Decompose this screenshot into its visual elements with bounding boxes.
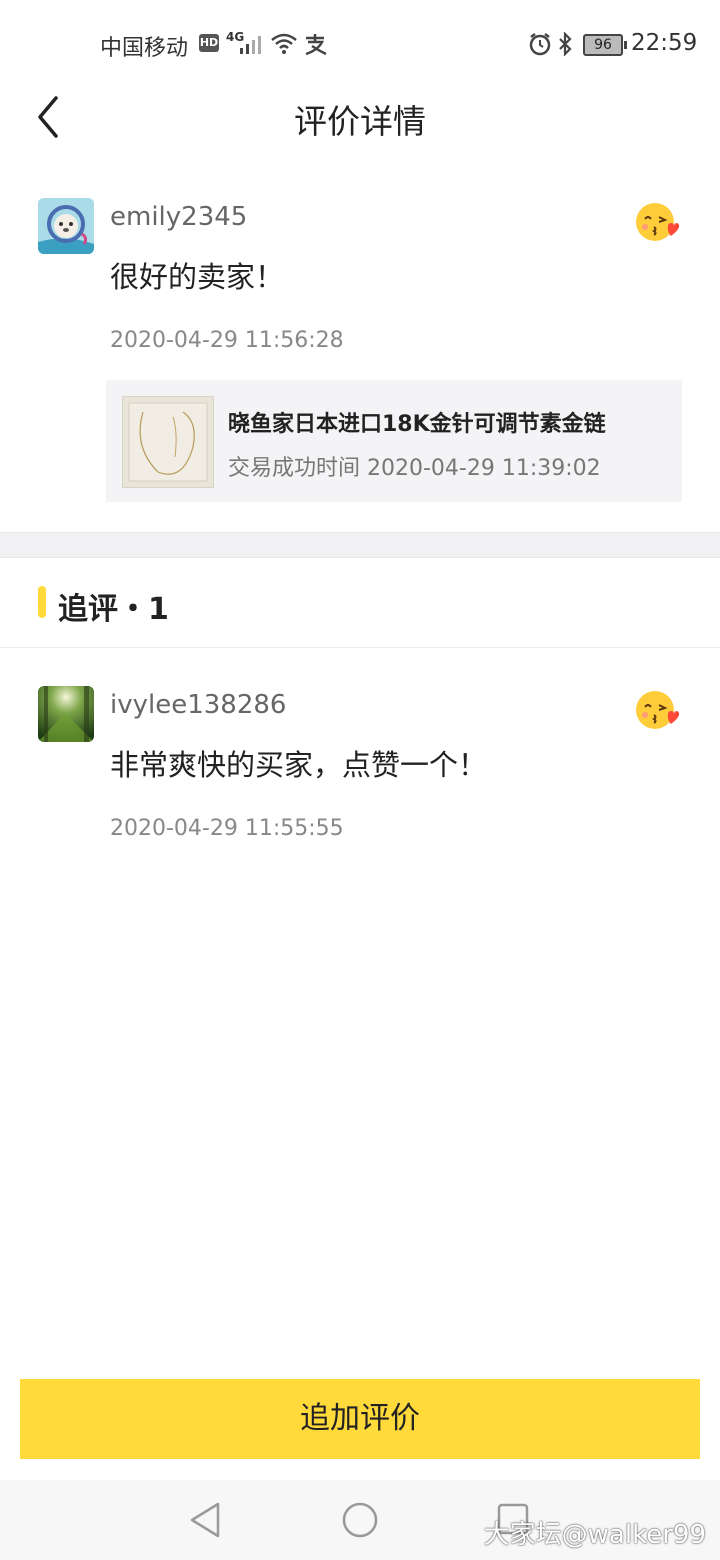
avatar-image: [38, 686, 94, 742]
wifi-icon: [271, 33, 297, 54]
battery-level: 96: [594, 37, 612, 53]
back-triangle-icon[interactable]: [188, 1500, 224, 1540]
follow-up-content: 非常爽快的买家，点赞一个！: [110, 748, 488, 782]
follow-up-time: 2020-04-29 11:55:55: [110, 816, 344, 841]
carrier-name: 中国移动: [100, 36, 189, 61]
clock: 22:59: [631, 30, 698, 56]
signal-icon: [240, 36, 261, 54]
section-accent-bar: [38, 586, 46, 618]
status-bar: 中国移动 HD 4G 96 22:59: [0, 0, 720, 88]
alipay-icon: [305, 34, 327, 56]
avatar[interactable]: [38, 198, 94, 254]
review-content: 很好的卖家！: [110, 260, 285, 294]
alarm-icon: [529, 33, 551, 56]
trade-time: 交易成功时间 2020-04-29 11:39:02: [228, 456, 601, 481]
avatar[interactable]: [38, 686, 94, 742]
product-title: 晓鱼家日本进口18K金针可调节素金链: [228, 412, 606, 437]
product-thumbnail: [122, 396, 214, 488]
divider-line: [0, 647, 720, 648]
avatar-image: [38, 198, 94, 254]
follow-up-username[interactable]: ivylee138286: [110, 690, 286, 720]
section-divider: [0, 532, 720, 558]
review-time: 2020-04-29 11:56:28: [110, 328, 344, 353]
battery-icon: 96: [583, 34, 627, 56]
bluetooth-icon: [559, 32, 572, 56]
necklace-image: [123, 397, 213, 487]
home-circle-icon[interactable]: [341, 1500, 379, 1540]
page-title: 评价详情: [294, 102, 426, 141]
kiss-emoji-icon: [636, 203, 680, 241]
add-review-button[interactable]: 追加评价: [20, 1379, 700, 1459]
watermark: 大家坛@walker99: [483, 1520, 706, 1550]
kiss-emoji-icon: [636, 691, 680, 729]
hd-badge: HD: [199, 34, 219, 52]
follow-up-title: 追评・1: [58, 592, 169, 627]
product-card[interactable]: 晓鱼家日本进口18K金针可调节素金链 交易成功时间 2020-04-29 11:…: [106, 380, 682, 502]
review-username[interactable]: emily2345: [110, 202, 247, 232]
